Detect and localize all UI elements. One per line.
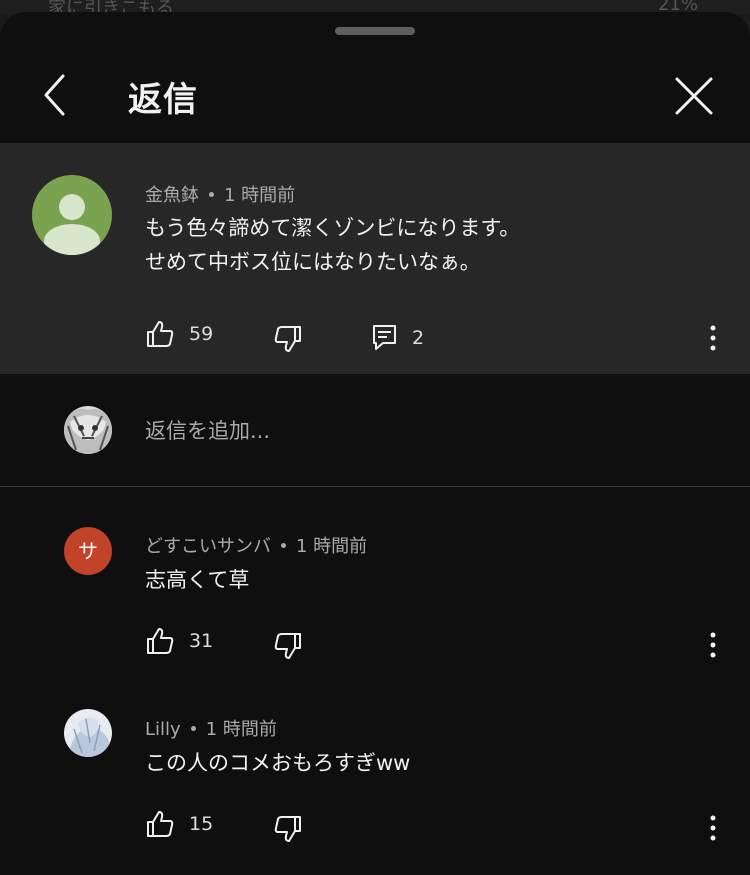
parent-comment: 金魚鉢 1 時間前 もう色々諦めて潔くゾンビになります。 せめて中ボス位にはなりた… bbox=[0, 143, 750, 374]
comment-text-line: もう色々諦めて潔くゾンビになります。 bbox=[145, 216, 521, 240]
add-reply-input[interactable]: 返信を追加... bbox=[145, 416, 685, 446]
user-avatar-image bbox=[64, 406, 112, 454]
thumbs-up-icon bbox=[147, 628, 174, 654]
thumbs-up-icon bbox=[147, 811, 174, 837]
like-button[interactable]: 31 bbox=[145, 626, 213, 656]
dislike-button[interactable] bbox=[273, 324, 303, 354]
reply-button[interactable]: 2 bbox=[372, 324, 424, 352]
comment-text: この人のコメおもろすぎww bbox=[145, 751, 411, 775]
comment-time: 1 時間前 bbox=[224, 185, 296, 206]
kebab-icon bbox=[710, 632, 716, 658]
comment-time: 1 時間前 bbox=[205, 719, 277, 740]
thumbs-up-icon bbox=[147, 321, 174, 347]
kebab-icon bbox=[710, 325, 716, 351]
page-title: 返信 bbox=[128, 80, 198, 120]
like-count: 15 bbox=[189, 813, 214, 835]
thumbs-down-icon bbox=[274, 816, 301, 842]
avatar[interactable]: サ bbox=[64, 527, 112, 575]
comment-text: 志高くて草 bbox=[145, 568, 250, 592]
current-user-avatar[interactable] bbox=[64, 406, 112, 454]
sheet-header: 返信 bbox=[0, 60, 750, 130]
user-avatar-image bbox=[64, 709, 112, 757]
comment-text-line: せめて中ボス位にはなりたいなぁ。 bbox=[145, 250, 481, 274]
drag-handle[interactable] bbox=[335, 27, 415, 35]
app-screen: 家に引きこもる 21% 返信 金魚鉢 1 時間前 もう色々諦めて潔くゾンビになり… bbox=[0, 0, 750, 875]
reply-count: 2 bbox=[412, 327, 425, 349]
avatar-initial: サ bbox=[78, 539, 98, 563]
comment-author[interactable]: Lilly bbox=[145, 719, 181, 740]
add-reply-row: 返信を追加... bbox=[0, 374, 750, 486]
comment-meta: どすこいサンバ 1 時間前 bbox=[145, 532, 367, 558]
close-icon bbox=[675, 77, 713, 115]
comment-author[interactable]: どすこいサンバ bbox=[145, 536, 271, 557]
separator-dot bbox=[209, 192, 214, 197]
comment-meta: Lilly 1 時間前 bbox=[145, 715, 277, 741]
dislike-button[interactable] bbox=[273, 631, 303, 661]
initial-avatar-icon: サ bbox=[64, 527, 112, 575]
comment-author[interactable]: 金魚鉢 bbox=[145, 185, 199, 206]
like-count: 59 bbox=[189, 323, 214, 345]
thumbs-down-icon bbox=[274, 633, 301, 659]
more-options-button[interactable] bbox=[703, 323, 723, 353]
like-button[interactable]: 59 bbox=[145, 319, 213, 349]
comment-meta: 金魚鉢 1 時間前 bbox=[145, 181, 295, 207]
avatar[interactable] bbox=[64, 709, 112, 757]
comment-time: 1 時間前 bbox=[296, 536, 368, 557]
close-button[interactable] bbox=[668, 70, 720, 122]
comment-icon bbox=[373, 325, 396, 350]
kebab-icon bbox=[710, 815, 716, 841]
comment-text: もう色々諦めて潔くゾンビになります。 せめて中ボス位にはなりたいなぁ。 bbox=[145, 211, 520, 279]
like-count: 31 bbox=[189, 630, 214, 652]
separator-dot bbox=[190, 726, 196, 731]
like-button[interactable]: 15 bbox=[145, 809, 213, 839]
back-button[interactable] bbox=[30, 70, 80, 120]
more-options-button[interactable] bbox=[703, 630, 723, 660]
default-avatar-icon bbox=[32, 175, 112, 255]
dislike-button[interactable] bbox=[273, 814, 303, 844]
separator-dot bbox=[281, 543, 286, 548]
divider bbox=[0, 486, 750, 487]
chevron-left-icon bbox=[44, 74, 65, 116]
replies-sheet: 返信 金魚鉢 1 時間前 もう色々諦めて潔くゾンビになります。 せめて中ボス位に… bbox=[0, 12, 750, 875]
avatar[interactable] bbox=[32, 175, 112, 255]
thumbs-down-icon bbox=[274, 326, 301, 352]
more-options-button[interactable] bbox=[703, 813, 723, 843]
